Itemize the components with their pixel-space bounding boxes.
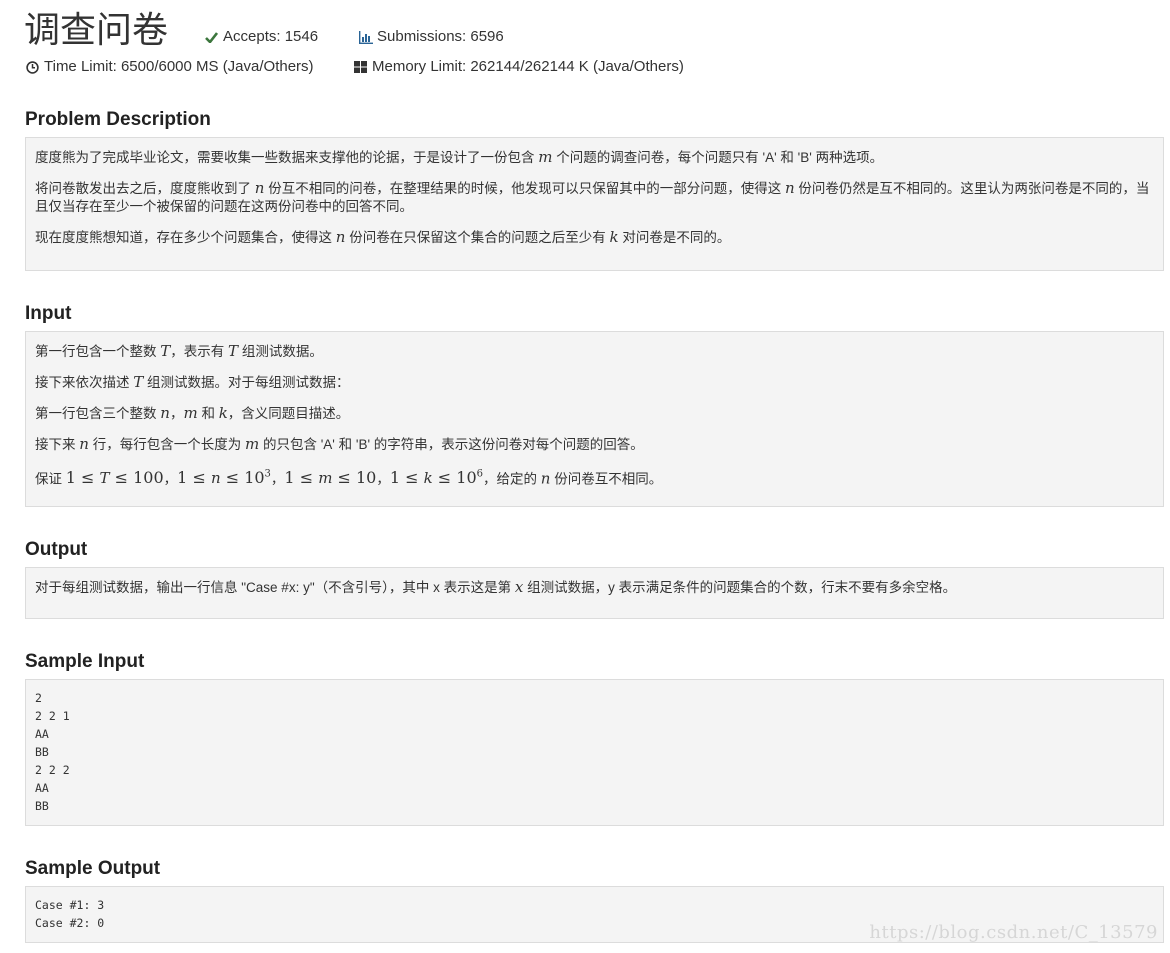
input-line: 接下来依次描述 T 组测试数据。对于每组测试数据： (35, 373, 1154, 392)
math-var: n (160, 404, 170, 422)
sample-input-code: 2 2 2 1 AA BB 2 2 2 AA BB (35, 691, 70, 813)
text: 的只包含 'A' 和 'B' 的字符串，表示这份问卷对每个问题的回答。 (262, 437, 644, 452)
math-text: 1 ≤ (284, 468, 319, 488)
math-text: ≤ 10 (220, 468, 265, 488)
text: 份互不相同的问卷，在整理结果的时候，他发现可以只保留其中的一部分问题，使得这 (268, 181, 782, 196)
text: 组测试数据。 (241, 344, 323, 359)
clock-icon (24, 60, 40, 74)
description-heading: Problem Description (25, 109, 211, 130)
text: 个问题的调查问卷，每个问题只有 'A' 和 'B' 两种选项。 (556, 150, 884, 165)
input-line: 接下来 n 行，每行包含一个长度为 m 的只包含 'A' 和 'B' 的字符串，… (35, 435, 1154, 454)
accepts-stat: Accepts: 1546 (203, 27, 318, 47)
input-heading: Input (25, 303, 72, 324)
check-icon (203, 31, 219, 43)
text: 份问卷在只保留这个集合的问题之后至少有 (349, 230, 606, 245)
math-text: 1 ≤ (177, 468, 211, 488)
memory-limit-stat: Memory Limit: 262144/262144 K (Java/Othe… (352, 57, 684, 77)
math-var: n (335, 228, 346, 246)
sample-input-heading: Sample Input (25, 651, 145, 672)
text: 组测试数据。对于每组测试数据： (147, 375, 350, 390)
memory-limit-text: Memory Limit: 262144/262144 K (Java/Othe… (372, 58, 684, 75)
input-panel: 第一行包含一个整数 T，表示有 T 组测试数据。 接下来依次描述 T 组测试数据… (25, 331, 1164, 507)
text: 行，每行包含一个长度为 (92, 437, 242, 452)
bar-chart-icon (357, 30, 373, 44)
output-heading: Output (25, 539, 88, 560)
time-limit-stat: Time Limit: 6500/6000 MS (Java/Others) (24, 57, 314, 77)
math-var: n (79, 435, 89, 453)
sample-output-heading: Sample Output (25, 858, 161, 879)
grid-icon (352, 61, 368, 73)
input-line: 第一行包含一个整数 T，表示有 T 组测试数据。 (35, 342, 1154, 361)
math-var: m (244, 435, 260, 453)
text: ，含义同题目描述。 (227, 406, 350, 421)
constraint-k: 1 ≤ k ≤ 106 (389, 468, 483, 488)
text: 对问卷是不同的。 (622, 230, 731, 245)
text: 保证 (35, 471, 62, 487)
text: ， (270, 471, 285, 487)
text: 第一行包含三个整数 (35, 406, 157, 421)
text: 对于每组测试数据，输出一行信息 "Case #x: y"（不含引号），其中 x … (35, 580, 512, 595)
description-paragraph: 现在度度熊想知道，存在多少个问题集合，使得这 n 份问卷在只保留这个集合的问题之… (35, 228, 1154, 247)
text: 第一行包含一个整数 (35, 344, 157, 359)
constraint-m: 1 ≤ m ≤ 10 (284, 468, 377, 488)
math-text: 1 ≤ (389, 468, 424, 488)
output-panel: 对于每组测试数据，输出一行信息 "Case #x: y"（不含引号），其中 x … (25, 567, 1164, 619)
description-paragraph: 将问卷散发出去之后，度度熊收到了 n 份互不相同的问卷，在整理结果的时候，他发现… (35, 179, 1154, 216)
constraint-t: 1 ≤ T ≤ 100 (65, 468, 164, 488)
text: 份问卷互不相同。 (554, 471, 663, 487)
text: 接下来 (35, 437, 76, 452)
output-line: 对于每组测试数据，输出一行信息 "Case #x: y"（不含引号），其中 x … (35, 578, 1154, 597)
text: ， (169, 406, 184, 421)
math-var: n (210, 469, 221, 488)
text: 度度熊为了完成毕业论文，需要收集一些数据来支撑他的论据，于是设计了一份包含 (35, 150, 535, 165)
math-text: 1 ≤ (65, 468, 100, 488)
math-var: m (538, 148, 553, 166)
math-var: n (784, 179, 795, 197)
description-panel: 度度熊为了完成毕业论文，需要收集一些数据来支撑他的论据，于是设计了一份包含 m … (25, 137, 1164, 271)
math-var: T (160, 342, 171, 360)
math-text: ≤ 10 (432, 468, 477, 488)
text: ， (163, 471, 178, 487)
math-var: T (228, 342, 239, 360)
math-var: n (540, 469, 551, 488)
text: ，给定的 (483, 471, 538, 487)
text: ， (376, 471, 390, 487)
description-paragraph: 度度熊为了完成毕业论文，需要收集一些数据来支撑他的论据，于是设计了一份包含 m … (35, 148, 1154, 167)
math-var: k (218, 404, 228, 422)
math-var: k (609, 228, 619, 246)
submissions-text: Submissions: 6596 (377, 28, 504, 45)
text: 将问卷散发出去之后，度度熊收到了 (35, 181, 251, 196)
text: 现在度度熊想知道，存在多少个问题集合，使得这 (35, 230, 332, 245)
constraint-n: 1 ≤ n ≤ 103 (177, 468, 271, 488)
text: ，表示有 (170, 344, 225, 359)
math-var: T (99, 469, 110, 488)
math-var: m (318, 469, 333, 488)
math-var: m (183, 404, 198, 422)
input-constraints: 保证 1 ≤ T ≤ 100，1 ≤ n ≤ 103，1 ≤ m ≤ 10，1 … (35, 466, 1154, 488)
input-line: 第一行包含三个整数 n，m 和 k，含义同题目描述。 (35, 404, 1154, 423)
math-var: n (254, 179, 265, 197)
text: 接下来依次描述 (35, 375, 130, 390)
math-var: T (133, 373, 144, 391)
math-text: ≤ 10 (332, 468, 377, 488)
math-var: x (514, 578, 524, 596)
sample-input-panel: 2 2 2 1 AA BB 2 2 2 AA BB (25, 679, 1164, 826)
math-text: ≤ 100 (109, 468, 164, 488)
problem-title: 调查问卷 (24, 9, 169, 50)
submissions-stat: Submissions: 6596 (357, 27, 504, 47)
text: 组测试数据，y 表示满足条件的问题集合的个数，行末不要有多余空格。 (527, 580, 957, 595)
time-limit-text: Time Limit: 6500/6000 MS (Java/Others) (44, 58, 314, 75)
watermark: https://blog.csdn.net/C_13579 (869, 922, 1158, 943)
math-var: k (423, 469, 433, 488)
text: 和 (201, 406, 215, 421)
accepts-text: Accepts: 1546 (223, 28, 319, 45)
